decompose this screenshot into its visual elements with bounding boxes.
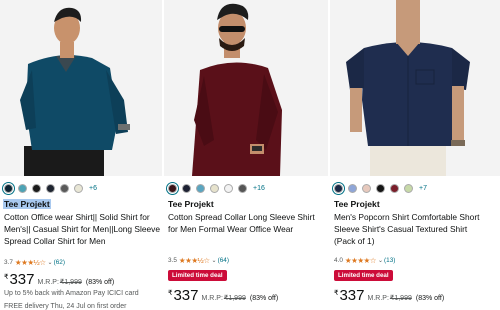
brand-name: Tee Projekt — [334, 199, 380, 209]
product-card[interactable]: +16 Tee Projekt Cotton Spread Collar Lon… — [164, 0, 328, 310]
product-title[interactable]: Cotton Spread Collar Long Sleeve Shirt f… — [168, 211, 318, 235]
price: 337 — [173, 287, 199, 304]
color-swatches: +6 — [4, 182, 97, 194]
color-swatch[interactable] — [390, 183, 399, 193]
color-swatch[interactable] — [4, 183, 13, 193]
color-swatch[interactable] — [404, 183, 413, 193]
review-count[interactable]: (13) — [384, 257, 395, 264]
rating-row[interactable]: 4.0 ★★★★☆ ⌄ (13) — [334, 256, 395, 265]
discount: (83% off) — [85, 279, 115, 286]
delivery-info: FREE delivery Thu, 24 Jul on first order — [4, 303, 127, 310]
mrp-label: M.R.P: — [367, 295, 389, 302]
rating-value: 3.7 — [4, 259, 13, 266]
chevron-down-icon[interactable]: ⌄ — [48, 259, 53, 266]
mrp-value: ₹1,999 — [389, 295, 412, 302]
product-image[interactable] — [164, 0, 328, 176]
color-swatch[interactable] — [60, 183, 69, 193]
star-rating-icon: ★★★★☆ — [344, 256, 377, 265]
cashback-offer: Up to 5% back with Amazon Pay ICICI card — [4, 290, 139, 297]
price-row: ₹ 337 M.R.P: ₹1,999 (83% off) — [334, 287, 444, 304]
mrp-value: ₹1,999 — [59, 279, 82, 286]
product-image[interactable] — [330, 0, 500, 176]
chevron-down-icon[interactable]: ⌄ — [212, 257, 217, 264]
product-card[interactable]: +6 Tee Projekt Cotton Office wear Shirt|… — [0, 0, 162, 310]
rating-row[interactable]: 3.5 ★★★½☆ ⌄ (64) — [168, 256, 229, 265]
color-swatch[interactable] — [238, 183, 247, 193]
color-swatch[interactable] — [18, 183, 27, 193]
rating-row[interactable]: 3.7 ★★★½☆ ⌄ (62) — [4, 258, 65, 267]
color-swatch[interactable] — [182, 183, 191, 193]
currency-symbol: ₹ — [168, 290, 173, 297]
price-row: ₹ 337 M.R.P: ₹1,999 (83% off) — [168, 287, 278, 304]
limited-time-deal-badge: Limited time deal — [168, 270, 227, 281]
color-swatch[interactable] — [74, 183, 83, 193]
mrp-value: ₹1,999 — [223, 295, 246, 302]
color-swatch[interactable] — [376, 183, 385, 193]
more-colors-link[interactable]: +6 — [89, 185, 97, 192]
star-rating-icon: ★★★½☆ — [178, 256, 210, 265]
discount: (83% off) — [249, 295, 279, 302]
currency-symbol: ₹ — [334, 290, 339, 297]
chevron-down-icon[interactable]: ⌄ — [378, 257, 383, 264]
color-swatch[interactable] — [334, 183, 343, 193]
brand-name: Tee Projekt — [168, 199, 214, 209]
mrp-label: M.R.P: — [37, 279, 59, 286]
price: 337 — [339, 287, 365, 304]
product-title[interactable]: Cotton Office wear Shirt|| Solid Shirt f… — [4, 211, 160, 247]
limited-time-deal-badge: Limited time deal — [334, 270, 393, 281]
currency-symbol: ₹ — [4, 274, 9, 281]
color-swatch[interactable] — [46, 183, 55, 193]
product-grid: +6 Tee Projekt Cotton Office wear Shirt|… — [0, 0, 500, 310]
product-title[interactable]: Men's Popcorn Shirt Comfortable Short Sl… — [334, 211, 484, 247]
color-swatch[interactable] — [348, 183, 357, 193]
more-colors-link[interactable]: +7 — [419, 185, 427, 192]
price-row: ₹ 337 M.R.P: ₹1,999 (83% off) — [4, 271, 114, 288]
product-image[interactable] — [0, 0, 162, 176]
star-rating-icon: ★★★½☆ — [14, 258, 46, 267]
review-count[interactable]: (64) — [218, 257, 229, 264]
more-colors-link[interactable]: +16 — [253, 185, 265, 192]
rating-value: 3.5 — [168, 257, 177, 264]
color-swatches: +16 — [168, 182, 265, 194]
color-swatch[interactable] — [32, 183, 41, 193]
color-swatch[interactable] — [362, 183, 371, 193]
rating-value: 4.0 — [334, 257, 343, 264]
mrp-label: M.R.P: — [201, 295, 223, 302]
color-swatches: +7 — [334, 182, 427, 194]
product-card[interactable]: +7 Tee Projekt Men's Popcorn Shirt Comfo… — [330, 0, 500, 310]
price: 337 — [9, 271, 35, 288]
review-count[interactable]: (62) — [54, 259, 65, 266]
color-swatch[interactable] — [196, 183, 205, 193]
color-swatch[interactable] — [210, 183, 219, 193]
brand-name: Tee Projekt — [3, 199, 51, 209]
discount: (83% off) — [415, 295, 445, 302]
color-swatch[interactable] — [224, 183, 233, 193]
color-swatch[interactable] — [168, 183, 177, 193]
